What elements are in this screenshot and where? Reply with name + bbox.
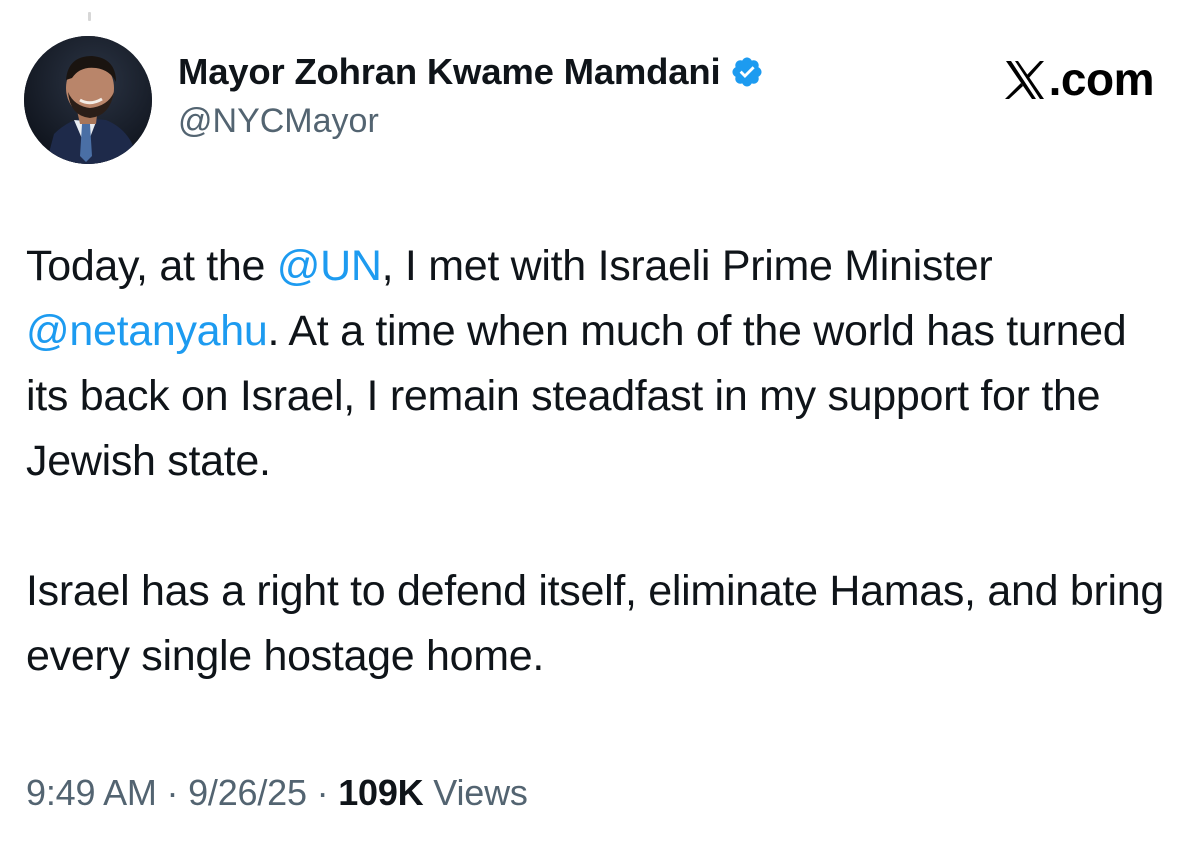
meta-separator: ·: [156, 772, 189, 813]
mention-netanyahu-link[interactable]: @netanyahu: [26, 307, 268, 355]
tweet-text: Today, at the @UN, I met with Israeli Pr…: [26, 234, 1176, 689]
display-name-row: Mayor Zohran Kwame Mamdani: [178, 50, 764, 94]
author-names: Mayor Zohran Kwame Mamdani @NYCMayor: [178, 50, 764, 141]
image-artifact: [88, 12, 91, 21]
x-logo-icon: [1003, 58, 1047, 100]
tweet-date[interactable]: 9/26/25: [188, 772, 307, 813]
tweet-text-segment: , I met with Israeli Prime Minister: [381, 242, 993, 290]
tweet-time[interactable]: 9:49 AM: [26, 772, 157, 813]
views-count: 109K: [338, 772, 424, 813]
display-name[interactable]: Mayor Zohran Kwame Mamdani: [178, 51, 721, 93]
tweet-paragraph-1: Today, at the @UN, I met with Israeli Pr…: [26, 234, 1176, 494]
tweet-paragraph-2: Israel has a right to defend itself, eli…: [26, 567, 1164, 680]
tweet-text-segment: Today, at the: [26, 242, 277, 290]
views-label: Views: [423, 772, 528, 813]
meta-separator: ·: [306, 772, 339, 813]
handle[interactable]: @NYCMayor: [178, 102, 764, 141]
site-watermark: .com: [1003, 52, 1155, 106]
verified-badge-icon: [730, 55, 764, 89]
tweet-header: Mayor Zohran Kwame Mamdani @NYCMayor .co…: [24, 34, 1176, 164]
mention-un-link[interactable]: @UN: [277, 242, 382, 290]
site-label: .com: [1048, 53, 1155, 105]
tweet-meta: 9:49 AM · 9/26/25 · 109K Views: [26, 772, 528, 814]
profile-photo: [24, 36, 152, 164]
avatar[interactable]: [24, 36, 152, 164]
